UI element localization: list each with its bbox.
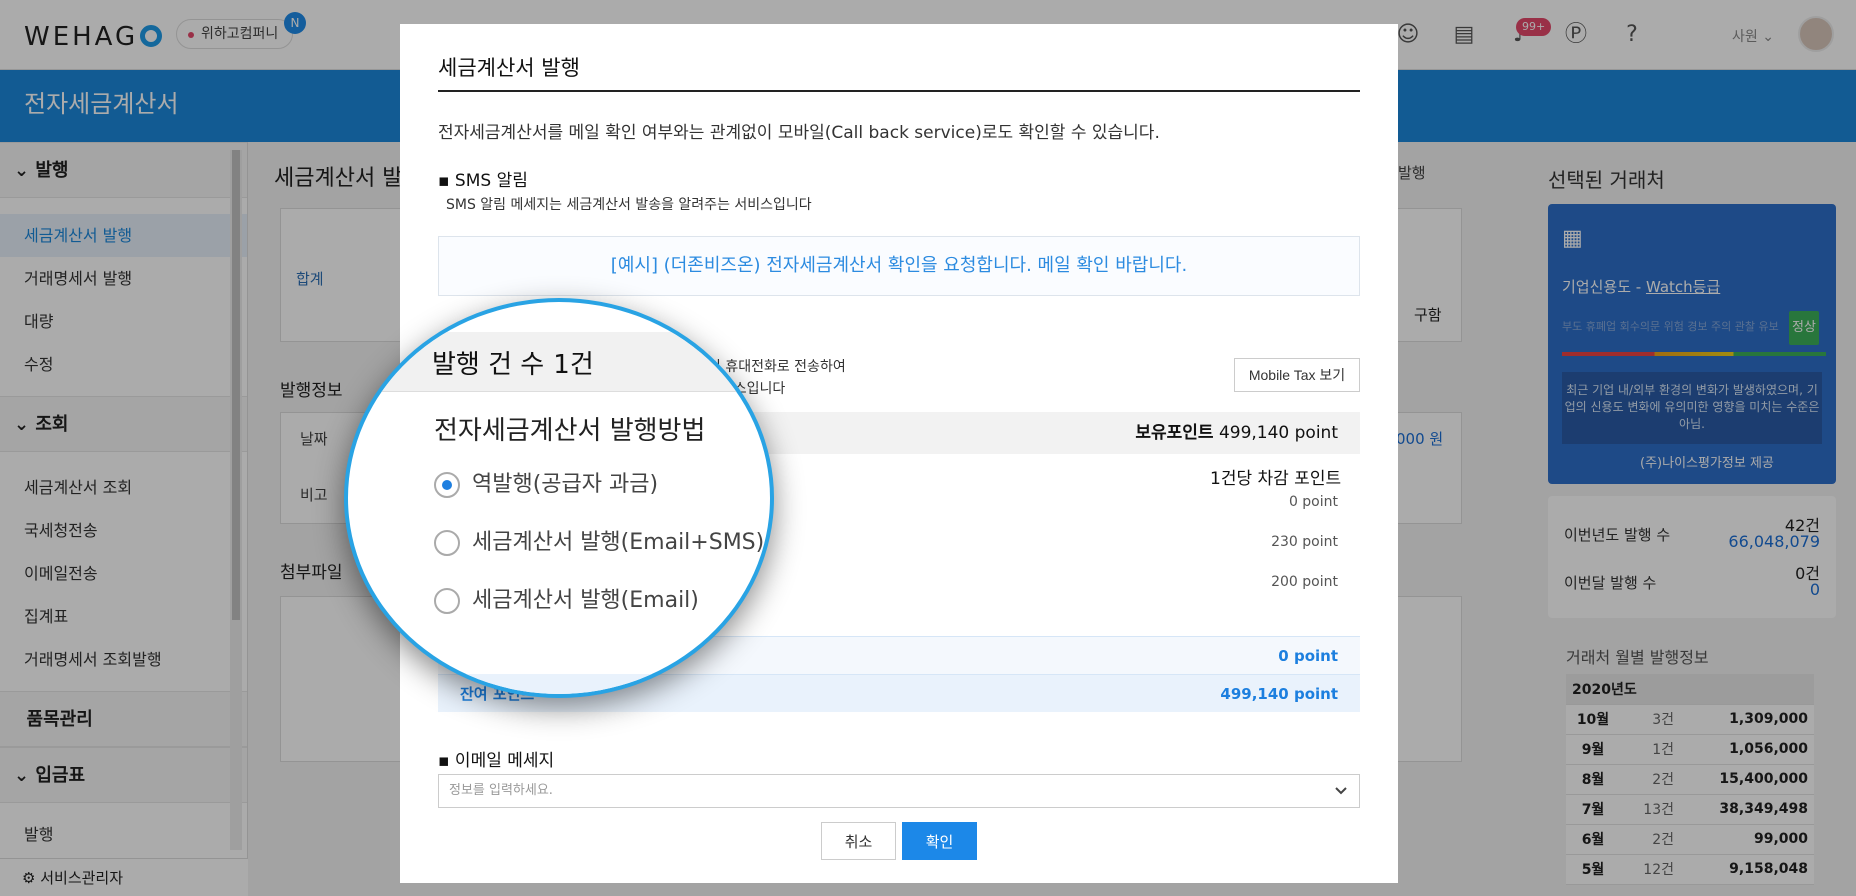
radio-unselected-icon[interactable] <box>434 588 460 614</box>
modal-title-divider <box>438 90 1360 92</box>
point-value: 0 point <box>1288 494 1338 510</box>
issue-method-title: 전자세금계산서 발행방법 <box>434 416 706 446</box>
total-deduct-value: 0 point <box>1278 647 1338 665</box>
radio-option-label: 세금계산서 발행(Email+SMS) <box>472 530 765 555</box>
magnifier-callout: 발행 건 수 1건 전자세금계산서 발행방법 역발행(공급자 과금) 세금계산서… <box>344 298 774 698</box>
issue-count-value: 1건 <box>553 350 594 380</box>
cancel-button[interactable]: 취소 <box>821 822 896 860</box>
email-message-title: ▪ 이메일 메세지 <box>438 751 555 771</box>
confirm-button[interactable]: 확인 <box>902 822 977 860</box>
remaining-points-value: 499,140 point <box>1220 685 1338 703</box>
radio-option-label: 세금계산서 발행(Email) <box>472 588 699 613</box>
point-value: 230 point <box>1271 534 1338 550</box>
held-points-value: 499,140 point <box>1218 423 1338 443</box>
email-message-placeholder: 정보를 입력하세요. <box>449 783 553 798</box>
chevron-down-icon <box>1335 787 1347 795</box>
issue-count-label: 발행 건 수 <box>432 350 545 380</box>
radio-unselected-icon[interactable] <box>434 530 460 556</box>
sms-section-title: ▪ SMS 알림 <box>438 171 528 191</box>
held-points: 보유포인트 499,140 point <box>1135 412 1338 454</box>
point-value: 200 point <box>1271 574 1338 590</box>
sms-description: SMS 알림 메세지는 세금계산서 발송을 알려주는 서비스입니다 <box>446 197 812 213</box>
mobile-tax-view-button[interactable]: Mobile Tax 보기 <box>1234 358 1360 392</box>
email-message-select[interactable]: 정보를 입력하세요. <box>438 774 1360 808</box>
modal-title: 세금계산서 발행 <box>438 56 580 80</box>
held-points-label: 보유포인트 <box>1135 423 1214 443</box>
radio-selected-icon[interactable] <box>434 472 460 498</box>
modal-description: 전자세금계산서를 메일 확인 여부와는 관계없이 모바일(Call back s… <box>438 123 1160 143</box>
issue-count-bar: 발행 건 수 1건 <box>348 332 770 392</box>
sms-sample-message: [예시] (더존비즈온) 전자세금계산서 확인을 요청합니다. 메일 확인 바랍… <box>438 236 1360 296</box>
radio-option-label: 역발행(공급자 과금) <box>472 472 659 497</box>
issue-count: 발행 건 수 1건 <box>432 344 594 381</box>
